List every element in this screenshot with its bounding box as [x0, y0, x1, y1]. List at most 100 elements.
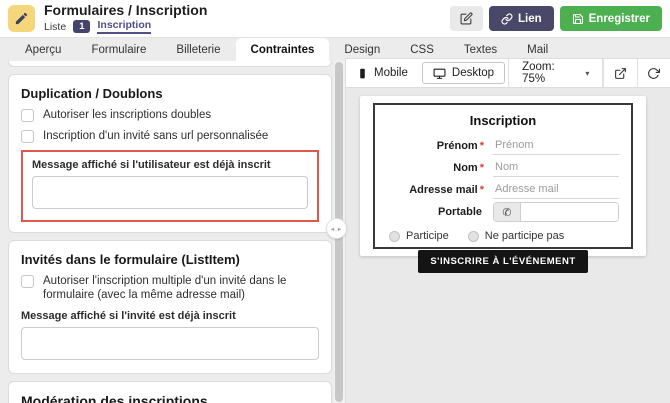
caret-down-icon: ▾ — [585, 69, 589, 78]
lien-button[interactable]: Lien — [489, 6, 554, 31]
preview-body: Inscription Prénom* Nom* Adresse mail* P… — [346, 88, 670, 256]
section-title-duplication: Duplication / Doublons — [21, 86, 319, 101]
radio-icon[interactable] — [389, 231, 400, 242]
tab-mail[interactable]: Mail — [512, 38, 563, 61]
header-actions: Lien Enregistrer — [450, 6, 662, 31]
required-mark: * — [480, 184, 484, 196]
title-block: Formulaires / Inscription Liste 1 Inscri… — [44, 3, 207, 34]
subnav-inscription-active[interactable]: Inscription — [97, 19, 151, 34]
message-invite-label: Message affiché si l'invité est déjà ins… — [21, 310, 319, 322]
save-button[interactable]: Enregistrer — [560, 6, 662, 31]
tab-formulaire[interactable]: Formulaire — [76, 38, 161, 61]
tab-contraintes[interactable]: Contraintes — [236, 38, 330, 61]
preview-page: Inscription Prénom* Nom* Adresse mail* P… — [360, 96, 646, 256]
refresh-preview-button[interactable] — [637, 59, 670, 87]
required-mark: * — [480, 162, 484, 174]
field-label-text: Nom — [453, 162, 477, 174]
field-label-text: Prénom — [437, 140, 478, 152]
resize-arrows-icon: ◂ ▸ — [331, 225, 342, 233]
save-button-label: Enregistrer — [589, 13, 650, 25]
card-partial-top — [8, 61, 332, 67]
prenom-input[interactable] — [493, 138, 619, 155]
field-label-text: Portable — [438, 206, 482, 218]
save-icon — [572, 13, 584, 25]
mobile-icon — [357, 67, 368, 80]
participation-radio-group: Participe Ne participe pas — [389, 230, 619, 242]
message-utilisateur-textarea[interactable] — [32, 176, 308, 209]
preview-panel: Mobile Desktop Zoom: 75% ▾ — [345, 58, 670, 403]
checkbox-autoriser-doubles[interactable] — [21, 109, 34, 122]
form-row-prenom: Prénom* — [387, 137, 619, 155]
tab-bar: Aperçu Formulaire Billeterie Contraintes… — [0, 38, 670, 61]
pencil-icon — [14, 11, 29, 26]
radio-icon[interactable] — [468, 231, 479, 242]
message-invite-textarea[interactable] — [21, 327, 319, 360]
form-row-portable: Portable ✆ — [387, 203, 619, 221]
refresh-icon — [647, 67, 660, 80]
tab-css[interactable]: CSS — [395, 38, 449, 61]
field-label-text: Adresse mail — [409, 184, 477, 196]
checkbox-label: Inscription d'un invité sans url personn… — [43, 129, 268, 143]
subnav-liste[interactable]: Liste — [44, 21, 66, 33]
link-icon — [501, 13, 513, 25]
lien-button-label: Lien — [518, 13, 542, 25]
checkbox-label: Autoriser l'inscription multiple d'un in… — [43, 274, 319, 302]
tab-design[interactable]: Design — [329, 38, 395, 61]
device-desktop-label: Desktop — [452, 67, 494, 79]
form-row-nom: Nom* — [387, 159, 619, 177]
radio-label: Participe — [406, 230, 449, 242]
open-external-button[interactable] — [603, 59, 636, 87]
field-label: Adresse mail* — [387, 184, 493, 196]
device-desktop-button[interactable]: Desktop — [422, 62, 505, 84]
desktop-icon — [433, 67, 446, 80]
card-duplication: Duplication / Doublons Autoriser les ins… — [8, 74, 332, 233]
zoom-dropdown[interactable]: Zoom: 75% ▾ — [508, 59, 603, 87]
rendered-form: Inscription Prénom* Nom* Adresse mail* P… — [373, 103, 633, 249]
edit-icon — [460, 12, 473, 25]
checkbox-label: Autoriser les inscriptions doubles — [43, 108, 211, 122]
radio-label: Ne participe pas — [485, 230, 565, 242]
device-mobile-button[interactable]: Mobile — [346, 59, 419, 87]
radio-participe[interactable]: Participe — [389, 230, 449, 242]
field-label: Prénom* — [387, 140, 493, 152]
share-external-icon — [614, 67, 627, 80]
app-header: Formulaires / Inscription Liste 1 Inscri… — [0, 0, 670, 38]
zoom-level-value: Zoom: 75% — [522, 61, 579, 85]
highlighted-message-group: Message affiché si l'utilisateur est déj… — [21, 150, 319, 222]
nom-input[interactable] — [493, 160, 619, 177]
card-moderation: Modération des inscriptions Activer la m… — [8, 381, 332, 403]
tab-billeterie[interactable]: Billeterie — [161, 38, 235, 61]
portable-input[interactable] — [521, 203, 618, 221]
phone-icon: ✆ — [494, 203, 521, 221]
form-title: Inscription — [387, 113, 619, 128]
field-label: Portable — [387, 206, 493, 218]
adresse-mail-input[interactable] — [493, 182, 619, 199]
section-title-invites: Invités dans le formulaire (ListItem) — [21, 252, 319, 267]
breadcrumb: Liste 1 Inscription — [44, 19, 207, 34]
split-resize-handle[interactable]: ◂ ▸ — [326, 218, 347, 239]
page-title: Formulaires / Inscription — [44, 3, 207, 18]
preview-toolbar: Mobile Desktop Zoom: 75% ▾ — [346, 58, 670, 88]
portable-input-group: ✆ — [493, 202, 619, 222]
radio-ne-participe-pas[interactable]: Ne participe pas — [468, 230, 565, 242]
section-title-moderation: Modération des inscriptions — [21, 393, 319, 403]
card-invites: Invités dans le formulaire (ListItem) Au… — [8, 240, 332, 374]
checkbox-row-inscriptions-doubles: Autoriser les inscriptions doubles — [21, 108, 319, 122]
checkbox-invite-sans-url[interactable] — [21, 130, 34, 143]
checkbox-row-invite-sans-url: Inscription d'un invité sans url personn… — [21, 129, 319, 143]
pencil-brand-icon — [8, 5, 35, 32]
form-row-adresse-mail: Adresse mail* — [387, 181, 619, 199]
device-mobile-label: Mobile — [374, 67, 408, 79]
field-label: Nom* — [387, 162, 493, 174]
subscribe-button[interactable]: S'INSCRIRE À L'ÉVÉNEMENT — [418, 250, 587, 273]
checkbox-row-inscription-multiple: Autoriser l'inscription multiple d'un in… — [21, 274, 319, 302]
required-mark: * — [480, 140, 484, 152]
checkbox-inscription-multiple[interactable] — [21, 275, 34, 288]
count-badge: 1 — [73, 20, 90, 33]
settings-panel: Duplication / Doublons Autoriser les ins… — [8, 61, 332, 403]
submit-row: S'INSCRIRE À L'ÉVÉNEMENT — [387, 250, 619, 273]
tab-textes[interactable]: Textes — [449, 38, 512, 61]
message-utilisateur-label: Message affiché si l'utilisateur est déj… — [32, 159, 308, 171]
edit-button[interactable] — [450, 6, 483, 31]
tab-apercu[interactable]: Aperçu — [10, 38, 76, 61]
